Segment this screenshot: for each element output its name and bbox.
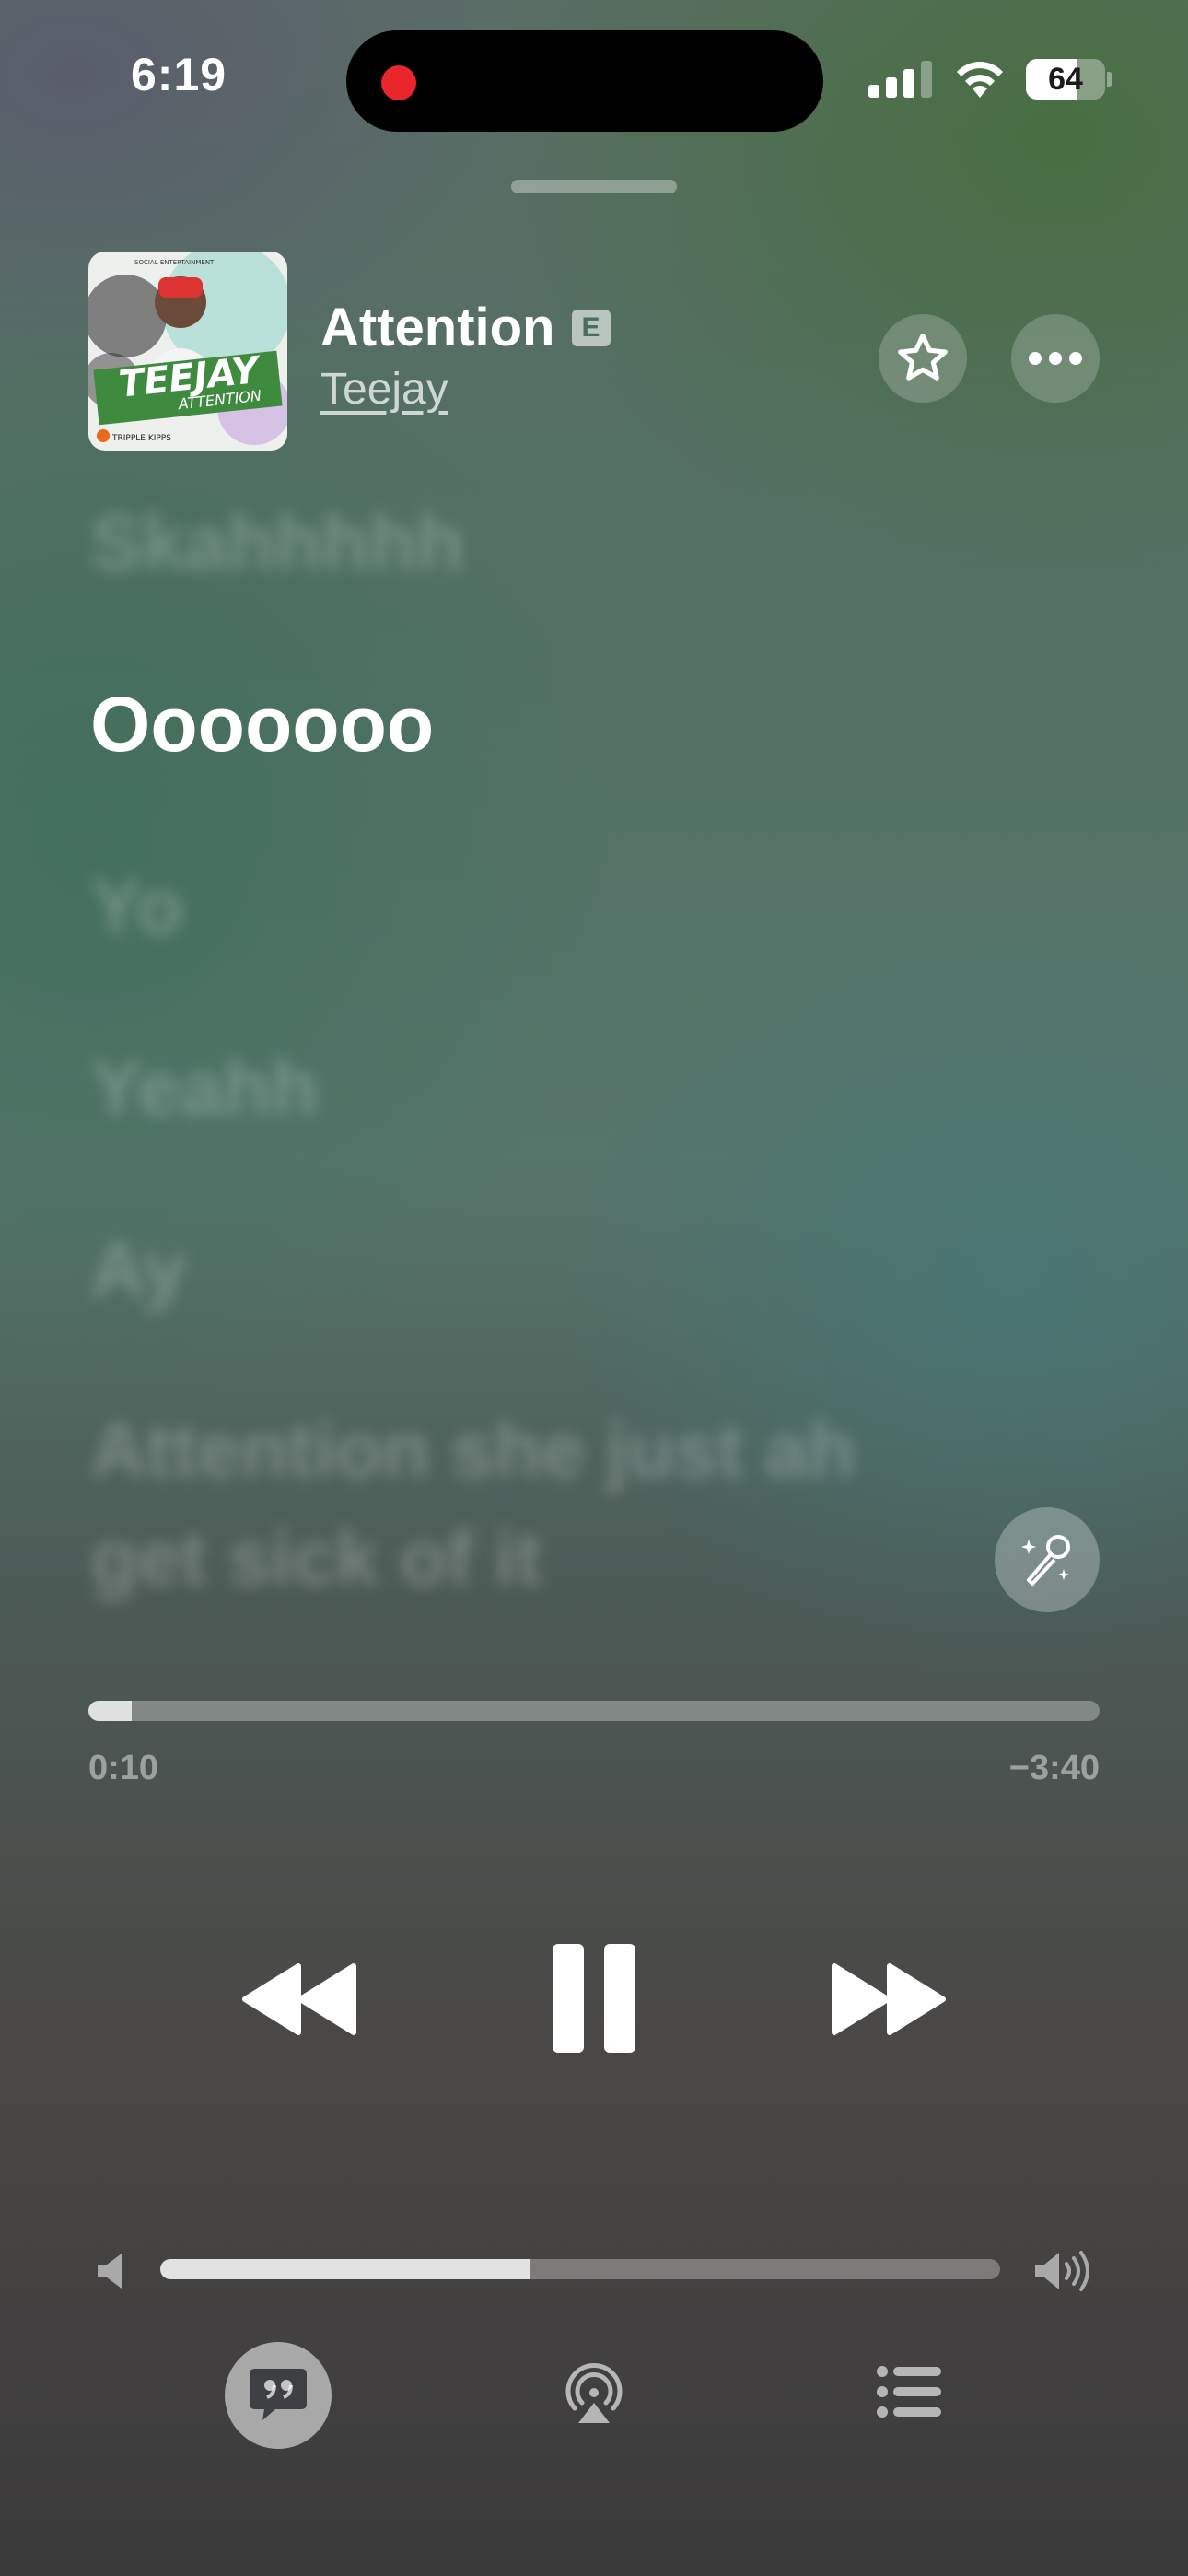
lyric-line-current[interactable]: Ooooooo bbox=[90, 670, 1085, 779]
speaker-low-icon bbox=[98, 2254, 122, 2289]
fast-forward-button[interactable] bbox=[831, 1962, 947, 2036]
dynamic-island bbox=[346, 30, 823, 132]
album-art-label-text: TRIPPLE KIPPS bbox=[111, 434, 171, 443]
speaker-high-icon bbox=[1035, 2251, 1089, 2291]
volume-slider[interactable] bbox=[160, 2259, 1000, 2279]
track-title: Attention bbox=[320, 298, 555, 357]
rewind-button[interactable] bbox=[241, 1962, 357, 2036]
lyric-line-next[interactable]: Ay bbox=[90, 1215, 1085, 1324]
battery-level: 64 bbox=[1048, 62, 1083, 97]
playback-scrubber[interactable] bbox=[88, 1701, 1100, 1721]
airplay-button[interactable] bbox=[562, 2362, 626, 2427]
lyric-line-next[interactable]: Yeahh bbox=[90, 1034, 1085, 1142]
more-options-button[interactable] bbox=[1011, 314, 1100, 403]
lyric-line-next[interactable]: get sick of it bbox=[90, 1504, 1085, 1612]
lyric-line-previous[interactable]: Skahhhhh bbox=[90, 488, 1085, 597]
artist-link[interactable]: Teejay bbox=[320, 364, 448, 415]
cellular-signal-icon bbox=[868, 61, 932, 98]
queue-button[interactable] bbox=[877, 2366, 941, 2418]
sing-along-button[interactable] bbox=[995, 1507, 1100, 1612]
status-time: 6:19 bbox=[131, 49, 227, 100]
battery-indicator: 64 bbox=[1026, 59, 1112, 100]
explicit-badge: E bbox=[571, 309, 611, 346]
remaining-time: −3:40 bbox=[1008, 1749, 1100, 1787]
lyric-line-next[interactable]: Yo bbox=[90, 852, 1085, 961]
elapsed-time: 0:10 bbox=[88, 1749, 159, 1787]
rewind-icon bbox=[242, 1963, 356, 2035]
star-icon bbox=[898, 333, 948, 381]
album-art-top-text: SOCIAL ENTERTAINMENT bbox=[134, 259, 215, 266]
fast-forward-icon bbox=[832, 1963, 946, 2035]
favorite-button[interactable] bbox=[879, 314, 967, 403]
queue-list-icon bbox=[877, 2366, 941, 2418]
pause-button[interactable] bbox=[551, 1942, 637, 2055]
sheet-grabber[interactable] bbox=[511, 180, 677, 193]
track-title-row: Attention E bbox=[320, 297, 611, 358]
microphone-sparkle-icon bbox=[1021, 1535, 1070, 1586]
album-artwork[interactable]: TEEJAY ATTENTION SOCIAL ENTERTAINMENT TR… bbox=[88, 252, 287, 451]
lyrics-quote-bubble-icon bbox=[250, 2369, 307, 2420]
ellipsis-icon bbox=[1029, 352, 1082, 365]
airplay-audio-icon bbox=[565, 2362, 623, 2423]
lyric-line-next[interactable]: Attention she just ah bbox=[90, 1396, 1085, 1505]
recording-indicator-icon bbox=[381, 65, 416, 100]
wifi-icon bbox=[957, 62, 1003, 98]
pause-icon bbox=[553, 1944, 635, 2053]
lyrics-button[interactable] bbox=[225, 2342, 332, 2449]
volume-level-fill bbox=[160, 2259, 530, 2279]
playback-progress-fill bbox=[88, 1701, 133, 1721]
